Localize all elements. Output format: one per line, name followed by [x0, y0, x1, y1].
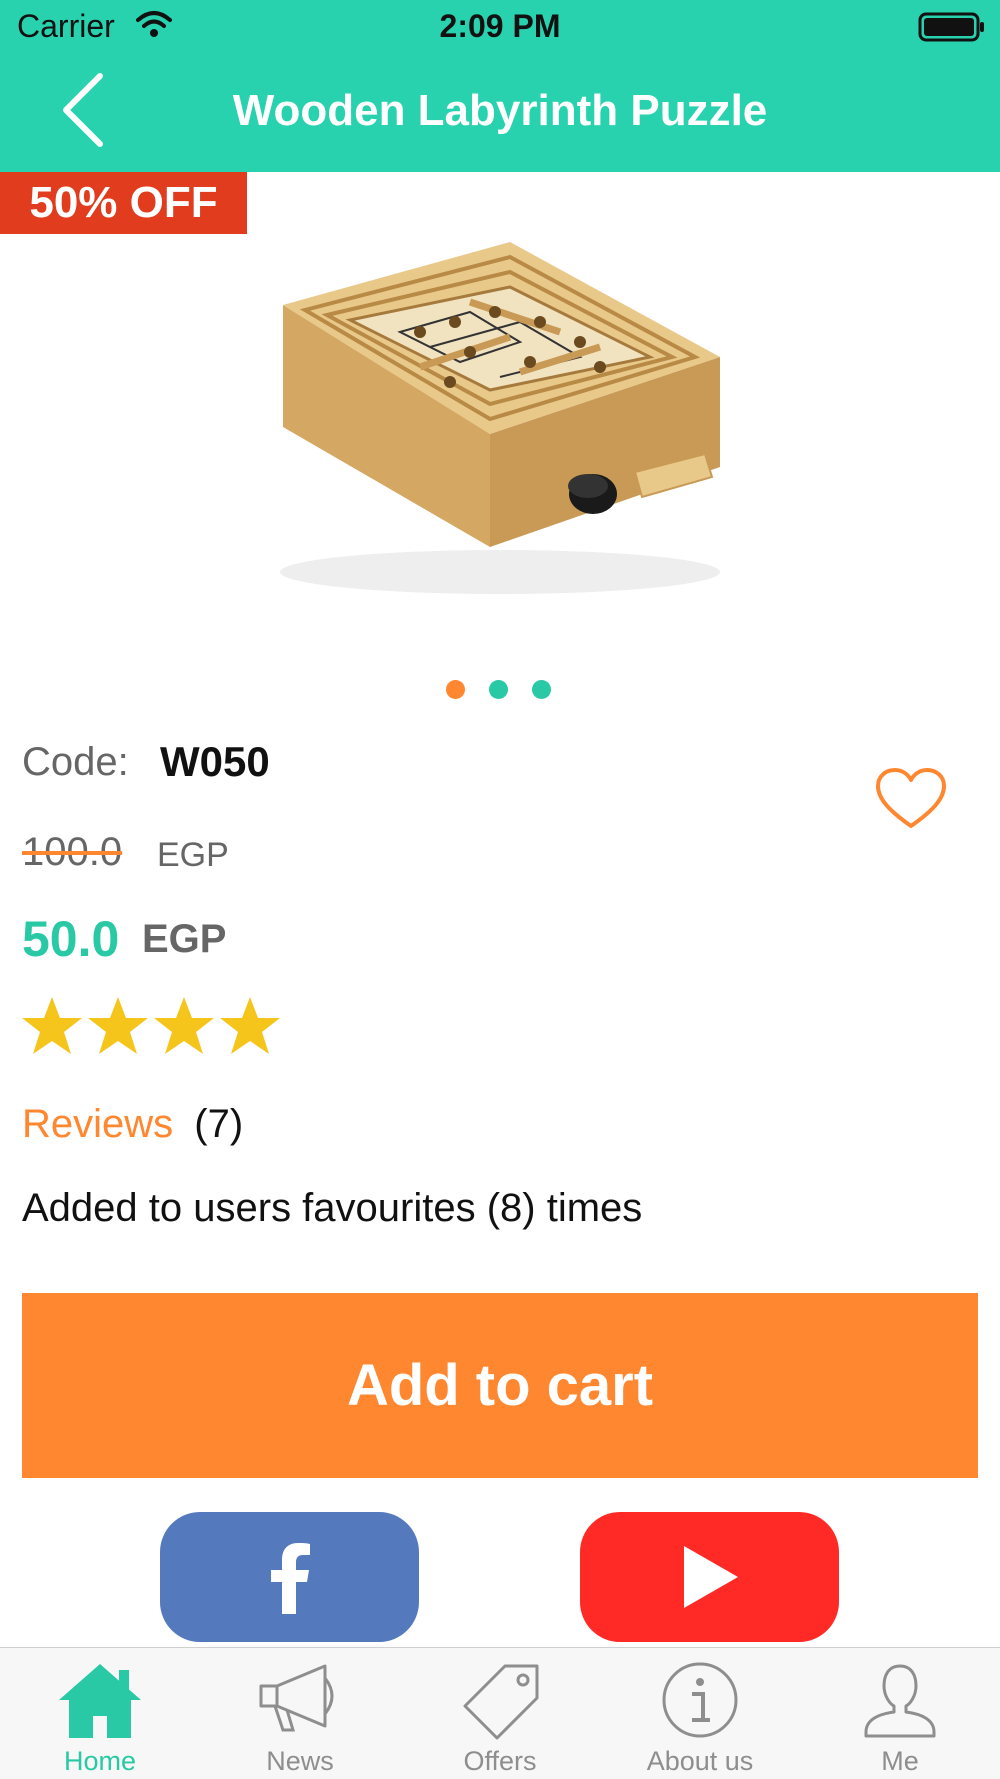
current-price: 50.0	[22, 911, 120, 967]
tab-bar: Home News Offers About us Me	[0, 1647, 1000, 1779]
megaphone-icon	[259, 1664, 334, 1732]
favourites-count-text: Added to users favourites (8) times	[22, 1186, 643, 1230]
youtube-icon	[683, 1546, 738, 1608]
reviews-link[interactable]: Reviews	[22, 1102, 173, 1146]
tab-label: News	[266, 1746, 334, 1776]
product-image[interactable]	[0, 172, 1000, 652]
heart-icon	[876, 768, 946, 828]
page-title: Wooden Labyrinth Puzzle	[232, 86, 768, 135]
product-code: W050	[160, 738, 270, 785]
tab-offers[interactable]: Offers	[400, 1648, 600, 1779]
star-icon	[22, 997, 82, 1054]
status-bar: Carrier 2:09 PM	[0, 0, 1000, 56]
tag-icon	[463, 1664, 539, 1740]
info-icon	[662, 1662, 738, 1738]
reviews-row: Reviews (7)	[22, 1102, 243, 1147]
tab-news[interactable]: News	[200, 1648, 400, 1779]
tab-about-us[interactable]: About us	[600, 1648, 800, 1779]
gallery-dot[interactable]	[446, 680, 465, 699]
star-icon	[88, 997, 148, 1054]
app-header: Carrier 2:09 PM Wooden Labyrinth Puzzle	[0, 0, 1000, 172]
old-price-currency: EGP	[157, 836, 229, 874]
tab-label: Offers	[463, 1746, 537, 1776]
star-icon	[154, 997, 214, 1054]
tab-label: About us	[646, 1746, 754, 1776]
favorite-button[interactable]	[874, 766, 948, 832]
reviews-count: (7)	[194, 1102, 244, 1146]
rating-stars	[20, 994, 282, 1058]
facebook-icon	[270, 1543, 310, 1614]
facebook-button[interactable]	[160, 1512, 419, 1642]
tab-home[interactable]: Home	[0, 1648, 200, 1779]
discount-badge: 50% OFF	[0, 172, 247, 234]
person-icon	[864, 1664, 936, 1738]
youtube-button[interactable]	[580, 1512, 839, 1642]
gallery-dot[interactable]	[489, 680, 508, 699]
current-price-currency: EGP	[142, 917, 227, 961]
tab-label: Me	[881, 1746, 919, 1776]
star-icon	[220, 997, 280, 1054]
gallery-page-indicator[interactable]	[446, 680, 551, 699]
battery-icon	[918, 12, 986, 47]
old-price: 100.0	[22, 830, 123, 874]
tab-me[interactable]: Me	[800, 1648, 1000, 1779]
home-icon	[59, 1664, 141, 1738]
add-to-cart-button[interactable]: Add to cart	[22, 1293, 978, 1478]
code-label: Code:	[22, 740, 129, 784]
gallery-dot[interactable]	[532, 680, 551, 699]
tab-label: Home	[63, 1746, 137, 1776]
status-time: 2:09 PM	[439, 8, 561, 44]
